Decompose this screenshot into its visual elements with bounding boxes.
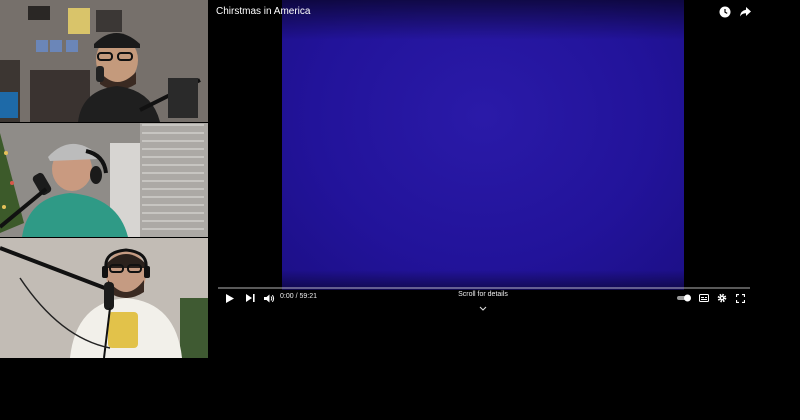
- time-display: 0:00 / 59:21: [280, 293, 317, 300]
- volume-icon: [263, 294, 274, 302]
- autoplay-toggle-icon: [676, 294, 691, 302]
- video-player[interactable]: Chirstmas in America 0:00 / 59:21 Scroll…: [210, 0, 758, 311]
- participant-top-scene: [0, 0, 208, 122]
- participant-bottom-video: [0, 238, 208, 358]
- fullscreen-icon[interactable]: [734, 292, 746, 304]
- current-time: 0:00: [280, 293, 294, 300]
- participant-bottom-scene: [0, 238, 208, 358]
- subtitles-button[interactable]: [698, 292, 710, 304]
- volume-button[interactable]: [262, 292, 276, 304]
- next-icon: [245, 294, 255, 302]
- duration: 59:21: [299, 293, 317, 300]
- participant-middle-scene: [0, 123, 208, 237]
- participant-middle-video: [0, 123, 208, 237]
- next-button[interactable]: [244, 292, 256, 304]
- autoplay-toggle[interactable]: [676, 292, 692, 304]
- scroll-for-details[interactable]: Scroll for details: [440, 291, 526, 298]
- subtitles-icon: [699, 294, 709, 302]
- webcam-panel: [0, 0, 210, 358]
- participant-top-video: [0, 0, 208, 122]
- chevron-down-icon[interactable]: [478, 299, 488, 311]
- gear-icon[interactable]: [716, 292, 728, 304]
- clock-icon[interactable]: [718, 5, 732, 19]
- video-title[interactable]: Chirstmas in America: [216, 6, 310, 17]
- progress-bar[interactable]: [218, 287, 750, 289]
- play-button[interactable]: [224, 292, 236, 304]
- play-icon: [226, 293, 234, 303]
- video-content[interactable]: [282, 0, 684, 290]
- share-arrow-icon[interactable]: [738, 5, 752, 19]
